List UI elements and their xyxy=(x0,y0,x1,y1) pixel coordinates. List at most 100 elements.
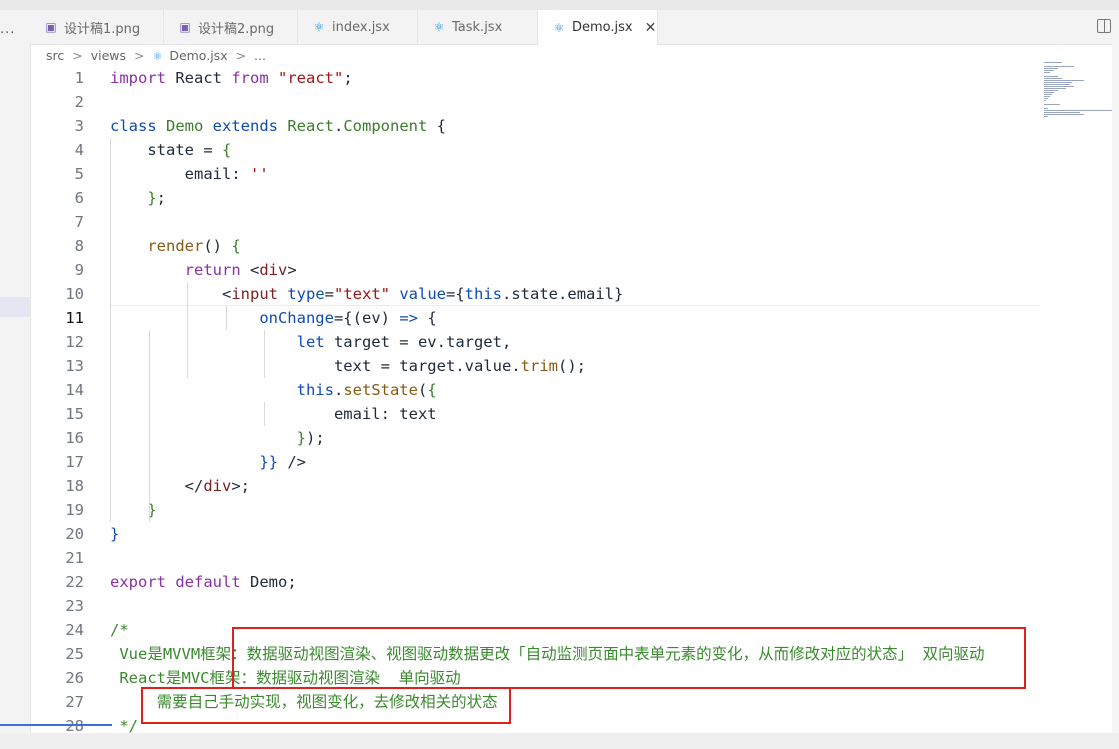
tab-task-jsx[interactable]: ⚛ Task.jsx xyxy=(418,10,538,44)
tab-design1[interactable]: ▣ 设计稿1.png xyxy=(30,10,164,44)
code-token: Component xyxy=(343,117,437,135)
code-token: from xyxy=(231,69,278,87)
code-line[interactable]: 1 import React from "react"; xyxy=(30,66,1040,90)
code-line[interactable]: 15 email: text xyxy=(30,402,1040,426)
code-token: () xyxy=(203,237,232,255)
code-line[interactable]: 20} xyxy=(30,522,1040,546)
code-token: ={ xyxy=(333,309,353,327)
editor-scrollbar[interactable] xyxy=(1112,44,1119,749)
code-line[interactable]: 23 xyxy=(30,594,1040,618)
code-token: value xyxy=(399,285,446,303)
line-number: 26 xyxy=(65,669,84,687)
code-line[interactable]: 6 }; xyxy=(30,186,1040,210)
code-token: React xyxy=(287,117,334,135)
code-line[interactable]: 13 text = target.value.trim(); xyxy=(30,354,1040,378)
code-text: import React from "react"; xyxy=(110,66,353,90)
minimap-line xyxy=(1044,62,1062,63)
react-icon: ⚛ xyxy=(553,20,565,35)
code-line[interactable]: 19 } xyxy=(30,498,1040,522)
minimap-line xyxy=(1044,96,1050,97)
code-token: ); xyxy=(305,429,325,447)
breadcrumb-views[interactable]: views xyxy=(91,48,126,63)
minimap-line xyxy=(1044,116,1048,117)
split-editor-icon[interactable] xyxy=(1097,19,1111,33)
minimap-line xyxy=(1044,72,1050,73)
code-text: onChange={(ev) => { xyxy=(110,306,436,330)
side-selected-item[interactable] xyxy=(0,297,30,317)
code-text: }); xyxy=(110,426,325,450)
code-token: = xyxy=(203,141,222,159)
code-line[interactable]: 2 xyxy=(30,90,1040,114)
code-text: this.setState({ xyxy=(110,378,437,402)
code-token: let xyxy=(296,333,334,351)
code-token: ) xyxy=(380,309,400,327)
code-line[interactable]: 14 this.setState({ xyxy=(30,378,1040,402)
tab-label: Demo.jsx xyxy=(572,20,633,35)
tab-index-jsx[interactable]: ⚛ index.jsx xyxy=(298,10,418,44)
line-number: 1 xyxy=(74,69,84,87)
more-actions-icon[interactable]: ··· xyxy=(0,26,30,41)
indent-guide xyxy=(264,330,265,378)
code-line[interactable]: 3 class Demo extends React.Component { xyxy=(30,114,1040,138)
code-line[interactable]: 16 }); xyxy=(30,426,1040,450)
code-token: . xyxy=(558,285,568,303)
breadcrumb-src[interactable]: src xyxy=(46,48,64,63)
minimap-line xyxy=(1044,88,1066,89)
code-token: : xyxy=(231,165,250,183)
code-text: }; xyxy=(110,186,166,210)
code-line[interactable]: 12 let target = ev.target, xyxy=(30,330,1040,354)
minimap-line xyxy=(1044,114,1084,115)
breadcrumb-separator: > xyxy=(72,48,83,63)
code-token: > xyxy=(287,261,297,279)
code-line[interactable]: 18 </div>; xyxy=(30,474,1040,498)
line-number: 20 xyxy=(65,525,84,543)
code-text: }} /> xyxy=(110,450,306,474)
code-token: trim xyxy=(520,357,558,375)
tab-demo-jsx[interactable]: ⚛ Demo.jsx ✕ xyxy=(538,10,658,45)
code-token: , xyxy=(501,333,512,351)
breadcrumb-file[interactable]: Demo.jsx xyxy=(169,48,227,63)
minimap-line xyxy=(1044,100,1046,101)
code-token: = xyxy=(399,333,418,351)
code-token: input xyxy=(231,285,288,303)
code-line[interactable]: 5 email: '' xyxy=(30,162,1040,186)
code-line[interactable]: 21 xyxy=(30,546,1040,570)
code-token: this xyxy=(296,381,334,399)
line-number: 16 xyxy=(65,429,84,447)
code-token: . xyxy=(502,285,512,303)
code-token: target xyxy=(333,333,400,351)
line-number: 19 xyxy=(65,501,84,519)
line-number: 22 xyxy=(65,573,84,591)
code-token: ={ xyxy=(446,285,465,303)
code-line[interactable]: 17 }} /> xyxy=(30,450,1040,474)
indent-guide xyxy=(187,282,188,378)
minimap[interactable] xyxy=(1040,62,1119,132)
code-line[interactable]: 10 <input type="text" value={this.state.… xyxy=(30,282,1040,306)
tab-design2[interactable]: ▣ 设计稿2.png xyxy=(164,10,298,44)
side-panel-strip: ··· xyxy=(0,10,31,749)
code-text: text = target.value.trim(); xyxy=(110,354,586,378)
code-token: } xyxy=(296,429,306,447)
code-line[interactable]: 11 onChange={(ev) => { xyxy=(30,306,1040,330)
code-line[interactable]: 7 xyxy=(30,210,1040,234)
code-token: div xyxy=(259,261,288,279)
close-icon[interactable]: ✕ xyxy=(645,20,657,36)
tab-label: 设计稿1.png xyxy=(64,21,141,37)
code-token: ev xyxy=(361,309,381,327)
code-token: ev xyxy=(417,333,437,351)
code-token: . xyxy=(455,357,465,375)
breadcrumb-more[interactable]: ... xyxy=(254,48,266,63)
annotation-box-manual xyxy=(141,687,511,724)
code-line[interactable]: 9 return <div> xyxy=(30,258,1040,282)
image-icon: ▣ xyxy=(45,20,57,34)
code-text: state = { xyxy=(110,138,231,162)
code-token: ( xyxy=(352,309,362,327)
code-line[interactable]: 4 state = { xyxy=(30,138,1040,162)
line-number: 4 xyxy=(74,141,84,159)
code-token: state xyxy=(110,141,204,159)
code-line[interactable]: 22 export default Demo; xyxy=(30,570,1040,594)
minimap-line xyxy=(1044,94,1052,95)
code-line[interactable]: 8 render() { xyxy=(30,234,1040,258)
